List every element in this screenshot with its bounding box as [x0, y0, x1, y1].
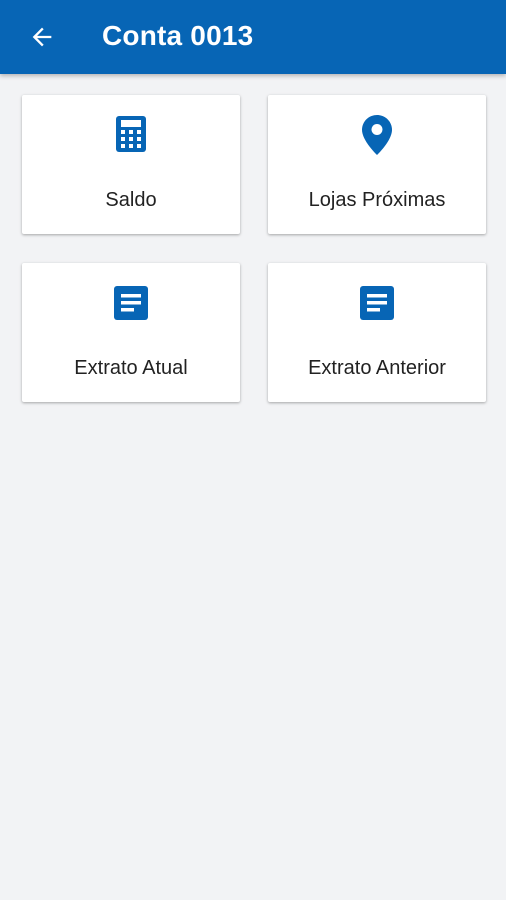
document-icon [359, 285, 395, 321]
menu-card-saldo[interactable]: Saldo [22, 95, 240, 234]
menu-card-lojas-proximas[interactable]: Lojas Próximas [268, 95, 486, 234]
calculator-icon [115, 115, 147, 153]
menu-card-label: Extrato Anterior [308, 357, 446, 379]
back-button[interactable] [18, 13, 66, 61]
menu-card-extrato-atual[interactable]: Extrato Atual [22, 263, 240, 402]
menu-card-label: Lojas Próximas [308, 189, 446, 211]
page-title: Conta 0013 [102, 20, 254, 51]
app-bar: Conta 0013 [0, 0, 506, 74]
menu-card-label: Extrato Atual [74, 357, 188, 379]
document-icon [113, 285, 149, 321]
arrow-back-icon [28, 23, 56, 51]
menu-card-extrato-anterior[interactable]: Extrato Anterior [268, 263, 486, 402]
location-pin-icon [362, 115, 392, 155]
menu-card-label: Saldo [105, 189, 157, 211]
